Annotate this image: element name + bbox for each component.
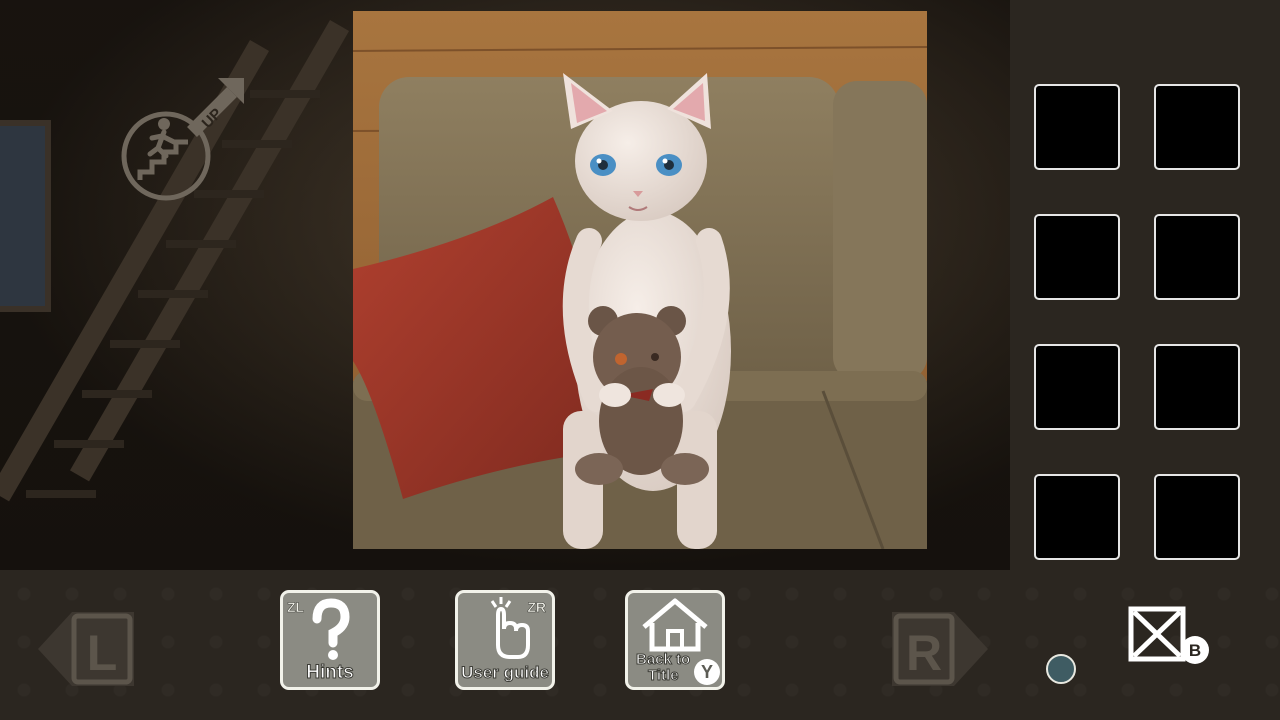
stair-step <box>250 90 320 98</box>
next-view-button[interactable]: R <box>888 608 992 695</box>
home-icon <box>642 598 708 652</box>
stair-step <box>54 440 124 448</box>
hints-label: Hints <box>306 662 355 683</box>
inventory-slot-8[interactable] <box>1154 474 1240 560</box>
inventory-slot-3[interactable] <box>1034 214 1120 300</box>
close-icon: B <box>1128 606 1209 664</box>
inventory-slot-2[interactable] <box>1154 84 1240 170</box>
upstairs-icon: UP <box>121 78 244 201</box>
inventory-panel <box>1010 0 1280 570</box>
back-to-title-shortcut: Y <box>694 659 720 685</box>
inventory-slot-5[interactable] <box>1034 344 1120 430</box>
stair-step <box>82 390 152 398</box>
bottom-toolbar: L ZL Hints ZR User guide Back to Title Y <box>0 570 1280 720</box>
cat-doll-illustration <box>353 11 927 549</box>
question-mark-icon <box>312 598 350 660</box>
right-arrow-icon: R <box>892 612 988 686</box>
hints-button[interactable]: ZL Hints <box>280 590 380 690</box>
previous-view-button[interactable]: L <box>34 608 138 695</box>
inventory-slot-6[interactable] <box>1154 344 1240 430</box>
user-guide-label: User guide <box>461 663 550 683</box>
stair-step <box>138 290 208 298</box>
closeup-view[interactable] <box>353 11 927 549</box>
stair-step <box>166 240 236 248</box>
left-arrow-icon: L <box>38 612 134 686</box>
close-shortcut: B <box>1189 641 1201 660</box>
user-guide-button[interactable]: ZR User guide <box>455 590 555 690</box>
inventory-slot-1[interactable] <box>1034 84 1120 170</box>
touch-hand-icon <box>490 597 530 659</box>
back-to-title-button[interactable]: Back to Title Y <box>625 590 725 690</box>
right-shoulder-label: R <box>906 625 942 681</box>
inventory-slot-7[interactable] <box>1034 474 1120 560</box>
stair-step <box>110 340 180 348</box>
page-indicator-dot <box>1046 654 1076 684</box>
inventory-slot-4[interactable] <box>1154 214 1240 300</box>
stair-step <box>26 490 96 498</box>
left-shoulder-label: L <box>87 625 118 681</box>
room-window <box>0 120 51 312</box>
close-button[interactable]: B <box>1128 606 1212 668</box>
go-upstairs-button[interactable]: UP <box>120 72 250 202</box>
